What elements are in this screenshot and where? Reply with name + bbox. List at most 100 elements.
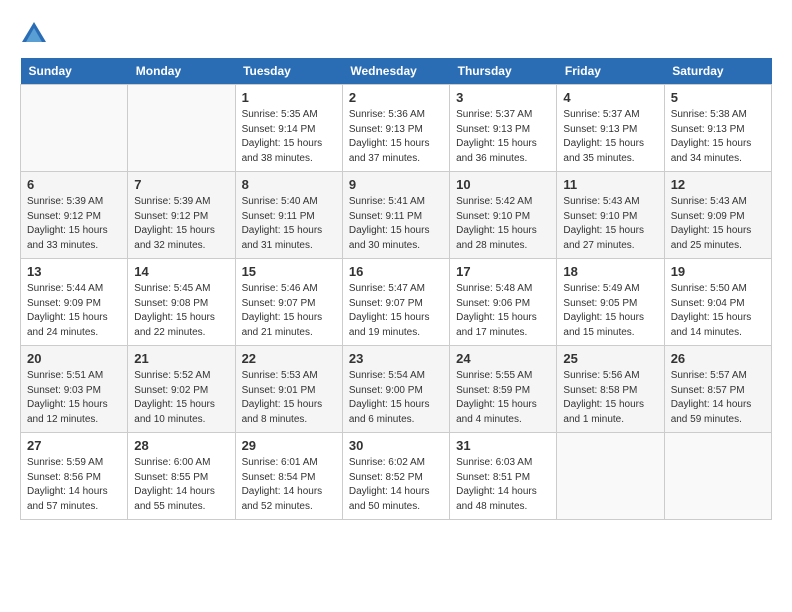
day-info: Sunrise: 5:44 AMSunset: 9:09 PMDaylight:… <box>27 282 121 340</box>
weekday-header-saturday: Saturday <box>664 58 771 85</box>
weekday-header-sunday: Sunday <box>21 58 128 85</box>
day-info: Sunrise: 5:53 AMSunset: 9:01 PMDaylight:… <box>242 369 336 427</box>
day-info: Sunrise: 5:49 AMSunset: 9:05 PMDaylight:… <box>563 282 657 340</box>
calendar-cell <box>128 85 235 172</box>
calendar-cell: 27Sunrise: 5:59 AMSunset: 8:56 PMDayligh… <box>21 433 128 520</box>
calendar-cell <box>664 433 771 520</box>
week-row-4: 20 Sunrise: 5:51 AMSunset: 9:03 PMDayligh… <box>21 346 772 433</box>
calendar-cell: 23Sunrise: 5:54 AMSunset: 9:00 PMDayligh… <box>342 346 449 433</box>
day-number: 2 <box>349 90 443 105</box>
weekday-header-row: SundayMondayTuesdayWednesdayThursdayFrid… <box>21 58 772 85</box>
day-info: Sunrise: 6:01 AMSunset: 8:54 PMDaylight:… <box>242 456 336 514</box>
day-number: 28 <box>134 438 228 453</box>
day-info: Sunrise: 6:02 AMSunset: 8:52 PMDaylight:… <box>349 456 443 514</box>
day-number: 30 <box>349 438 443 453</box>
day-number: 10 <box>456 177 550 192</box>
calendar-cell: 6 Sunrise: 5:39 AMSunset: 9:12 PMDaylight… <box>21 172 128 259</box>
calendar-cell: 30 Sunrise: 6:02 AMSunset: 8:52 PMDayligh… <box>342 433 449 520</box>
calendar-cell: 16 Sunrise: 5:47 AMSunset: 9:07 PMDayligh… <box>342 259 449 346</box>
calendar-cell: 17 Sunrise: 5:48 AMSunset: 9:06 PMDayligh… <box>450 259 557 346</box>
weekday-header-thursday: Thursday <box>450 58 557 85</box>
day-number: 13 <box>27 264 121 279</box>
calendar-cell: 24 Sunrise: 5:55 AMSunset: 8:59 PMDayligh… <box>450 346 557 433</box>
day-info: Sunrise: 5:57 AMSunset: 8:57 PMDaylight:… <box>671 369 765 427</box>
day-number: 7 <box>134 177 228 192</box>
day-number: 19 <box>671 264 765 279</box>
week-row-5: 27Sunrise: 5:59 AMSunset: 8:56 PMDayligh… <box>21 433 772 520</box>
day-info: Sunrise: 5:45 AMSunset: 9:08 PMDaylight:… <box>134 282 228 340</box>
day-number: 22 <box>242 351 336 366</box>
day-info: Sunrise: 5:37 AMSunset: 9:13 PMDaylight:… <box>456 108 550 166</box>
calendar-cell <box>557 433 664 520</box>
calendar-cell: 12 Sunrise: 5:43 AMSunset: 9:09 PMDayligh… <box>664 172 771 259</box>
day-number: 24 <box>456 351 550 366</box>
weekday-header-friday: Friday <box>557 58 664 85</box>
day-number: 17 <box>456 264 550 279</box>
calendar-cell: 22 Sunrise: 5:53 AMSunset: 9:01 PMDayligh… <box>235 346 342 433</box>
day-number: 29 <box>242 438 336 453</box>
calendar-cell: 19Sunrise: 5:50 AMSunset: 9:04 PMDayligh… <box>664 259 771 346</box>
day-info: Sunrise: 5:41 AMSunset: 9:11 PMDaylight:… <box>349 195 443 253</box>
day-info: Sunrise: 5:37 AMSunset: 9:13 PMDaylight:… <box>563 108 657 166</box>
calendar-cell: 2 Sunrise: 5:36 AMSunset: 9:13 PMDaylight… <box>342 85 449 172</box>
day-info: Sunrise: 5:36 AMSunset: 9:13 PMDaylight:… <box>349 108 443 166</box>
calendar-cell: 29 Sunrise: 6:01 AMSunset: 8:54 PMDayligh… <box>235 433 342 520</box>
calendar-cell: 11 Sunrise: 5:43 AMSunset: 9:10 PMDayligh… <box>557 172 664 259</box>
calendar-cell: 25Sunrise: 5:56 AMSunset: 8:58 PMDayligh… <box>557 346 664 433</box>
day-info: Sunrise: 5:43 AMSunset: 9:10 PMDaylight:… <box>563 195 657 253</box>
day-info: Sunrise: 5:40 AMSunset: 9:11 PMDaylight:… <box>242 195 336 253</box>
calendar-cell: 1 Sunrise: 5:35 AMSunset: 9:14 PMDaylight… <box>235 85 342 172</box>
day-info: Sunrise: 5:56 AMSunset: 8:58 PMDaylight:… <box>563 369 657 427</box>
day-info: Sunrise: 5:54 AMSunset: 9:00 PMDaylight:… <box>349 369 443 427</box>
calendar-cell: 15 Sunrise: 5:46 AMSunset: 9:07 PMDayligh… <box>235 259 342 346</box>
day-info: Sunrise: 5:59 AMSunset: 8:56 PMDaylight:… <box>27 456 121 514</box>
day-info: Sunrise: 6:03 AMSunset: 8:51 PMDaylight:… <box>456 456 550 514</box>
calendar-cell: 31 Sunrise: 6:03 AMSunset: 8:51 PMDayligh… <box>450 433 557 520</box>
day-number: 4 <box>563 90 657 105</box>
day-number: 9 <box>349 177 443 192</box>
day-number: 16 <box>349 264 443 279</box>
weekday-header-wednesday: Wednesday <box>342 58 449 85</box>
week-row-1: 1 Sunrise: 5:35 AMSunset: 9:14 PMDaylight… <box>21 85 772 172</box>
weekday-header-monday: Monday <box>128 58 235 85</box>
day-info: Sunrise: 5:39 AMSunset: 9:12 PMDaylight:… <box>134 195 228 253</box>
day-number: 14 <box>134 264 228 279</box>
day-number: 11 <box>563 177 657 192</box>
day-info: Sunrise: 5:39 AMSunset: 9:12 PMDaylight:… <box>27 195 121 253</box>
calendar-cell: 7 Sunrise: 5:39 AMSunset: 9:12 PMDaylight… <box>128 172 235 259</box>
day-number: 18 <box>563 264 657 279</box>
day-info: Sunrise: 5:55 AMSunset: 8:59 PMDaylight:… <box>456 369 550 427</box>
day-number: 6 <box>27 177 121 192</box>
weekday-header-tuesday: Tuesday <box>235 58 342 85</box>
day-info: Sunrise: 5:48 AMSunset: 9:06 PMDaylight:… <box>456 282 550 340</box>
calendar-cell: 14 Sunrise: 5:45 AMSunset: 9:08 PMDayligh… <box>128 259 235 346</box>
calendar-cell: 21 Sunrise: 5:52 AMSunset: 9:02 PMDayligh… <box>128 346 235 433</box>
day-number: 1 <box>242 90 336 105</box>
day-info: Sunrise: 5:42 AMSunset: 9:10 PMDaylight:… <box>456 195 550 253</box>
day-info: Sunrise: 5:47 AMSunset: 9:07 PMDaylight:… <box>349 282 443 340</box>
week-row-3: 13 Sunrise: 5:44 AMSunset: 9:09 PMDayligh… <box>21 259 772 346</box>
day-info: Sunrise: 5:43 AMSunset: 9:09 PMDaylight:… <box>671 195 765 253</box>
calendar-cell: 18 Sunrise: 5:49 AMSunset: 9:05 PMDayligh… <box>557 259 664 346</box>
calendar-cell: 3Sunrise: 5:37 AMSunset: 9:13 PMDaylight… <box>450 85 557 172</box>
day-number: 26 <box>671 351 765 366</box>
day-number: 20 <box>27 351 121 366</box>
day-number: 21 <box>134 351 228 366</box>
logo-icon <box>20 20 48 48</box>
calendar-cell: 20 Sunrise: 5:51 AMSunset: 9:03 PMDayligh… <box>21 346 128 433</box>
day-number: 8 <box>242 177 336 192</box>
day-info: Sunrise: 5:51 AMSunset: 9:03 PMDaylight:… <box>27 369 121 427</box>
day-info: Sunrise: 5:35 AMSunset: 9:14 PMDaylight:… <box>242 108 336 166</box>
calendar-table: SundayMondayTuesdayWednesdayThursdayFrid… <box>20 58 772 520</box>
page-header <box>20 20 772 48</box>
calendar-cell: 28 Sunrise: 6:00 AMSunset: 8:55 PMDayligh… <box>128 433 235 520</box>
calendar-cell: 13 Sunrise: 5:44 AMSunset: 9:09 PMDayligh… <box>21 259 128 346</box>
day-info: Sunrise: 5:52 AMSunset: 9:02 PMDaylight:… <box>134 369 228 427</box>
calendar-cell: 8 Sunrise: 5:40 AMSunset: 9:11 PMDaylight… <box>235 172 342 259</box>
day-info: Sunrise: 5:46 AMSunset: 9:07 PMDaylight:… <box>242 282 336 340</box>
day-number: 12 <box>671 177 765 192</box>
day-number: 31 <box>456 438 550 453</box>
calendar-cell: 5Sunrise: 5:38 AMSunset: 9:13 PMDaylight… <box>664 85 771 172</box>
day-number: 15 <box>242 264 336 279</box>
day-info: Sunrise: 6:00 AMSunset: 8:55 PMDaylight:… <box>134 456 228 514</box>
